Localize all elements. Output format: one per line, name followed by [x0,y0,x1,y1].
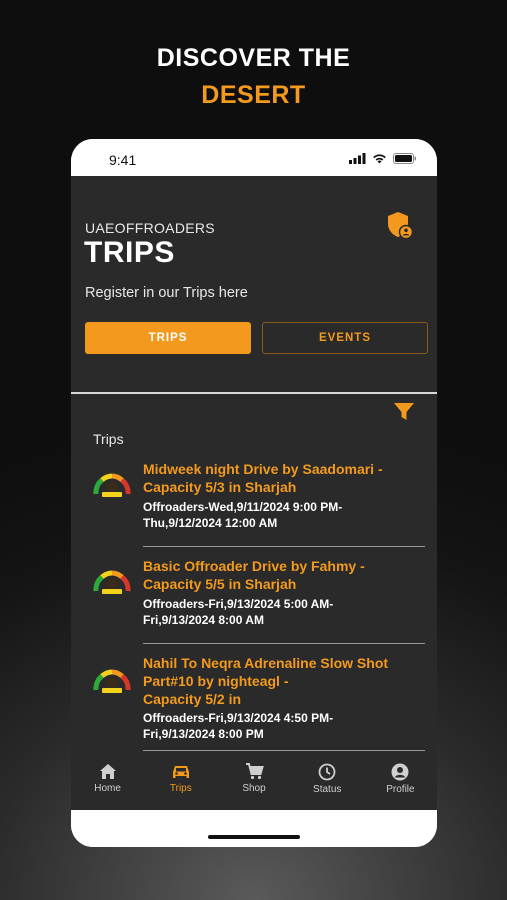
trip-details: Offroaders-Fri,9/13/2024 4:50 PM- Fri,9/… [143,711,334,741]
home-indicator[interactable] [208,835,300,839]
trip-title: Basic Offroader Drive by Fahmy - Capacit… [143,558,365,592]
signal-icon [349,153,366,164]
nav-trips[interactable]: Trips [144,754,217,810]
phone-frame: 9:41 UAEOFFROADERS TRIPS Register in our… [71,139,437,847]
gauge-icon [93,473,131,497]
org-label: UAEOFFROADERS [85,220,215,236]
filter-icon[interactable] [393,402,415,422]
list-item[interactable]: Midweek night Drive by Saadomari - Capac… [93,460,425,550]
item-divider [143,750,425,751]
bottom-nav: Home Trips Shop Status Profile [71,754,437,810]
wifi-icon [373,154,386,164]
nav-profile[interactable]: Profile [364,754,437,810]
shield-user-icon[interactable] [387,211,413,239]
user-icon [391,763,409,781]
status-time: 9:41 [109,152,137,168]
nav-shop-label: Shop [242,783,266,794]
list-item[interactable]: Basic Offroader Drive by Fahmy - Capacit… [93,557,425,647]
trip-details: Offroaders-Wed,9/11/2024 9:00 PM- Thu,9/… [143,500,343,530]
trip-details: Offroaders-Fri,9/13/2024 5:00 AM- Fri,9/… [143,597,334,627]
item-divider [143,546,425,547]
cart-icon [245,763,264,780]
trip-title: Nahil To Neqra Adrenaline Slow Shot Part… [143,655,389,707]
status-icons [349,153,417,164]
nav-status-label: Status [313,784,342,795]
nav-home-label: Home [94,783,121,794]
gauge-icon [93,669,131,693]
battery-icon [393,153,416,164]
tab-events[interactable]: EVENTS [262,322,428,354]
list-item[interactable]: Nahil To Neqra Adrenaline Slow Shot Part… [93,654,425,754]
tab-trips[interactable]: TRIPS [85,322,251,354]
trip-title: Midweek night Drive by Saadomari - Capac… [143,461,383,495]
car-icon [172,766,189,778]
section-divider [71,392,437,394]
promo-line-2: DESERT [201,81,306,109]
home-indicator-area [71,810,437,847]
promo-headline: DISCOVER THE DESERT [0,40,507,114]
nav-shop[interactable]: Shop [217,754,290,810]
status-bar: 9:41 [71,139,437,176]
gauge-icon [93,570,131,594]
promo-line-1: DISCOVER THE [156,44,351,72]
page-title: TRIPS [84,236,175,269]
nav-trips-label: Trips [169,783,192,794]
page-subtitle: Register in our Trips here [85,285,248,301]
clock-icon [318,763,336,781]
home-icon [99,764,116,779]
nav-status[interactable]: Status [291,754,364,810]
list-heading: Trips [93,431,124,447]
nav-home[interactable]: Home [71,754,144,810]
item-divider [143,643,425,644]
app-screen: UAEOFFROADERS TRIPS Register in our Trip… [71,176,437,810]
nav-profile-label: Profile [386,784,415,795]
